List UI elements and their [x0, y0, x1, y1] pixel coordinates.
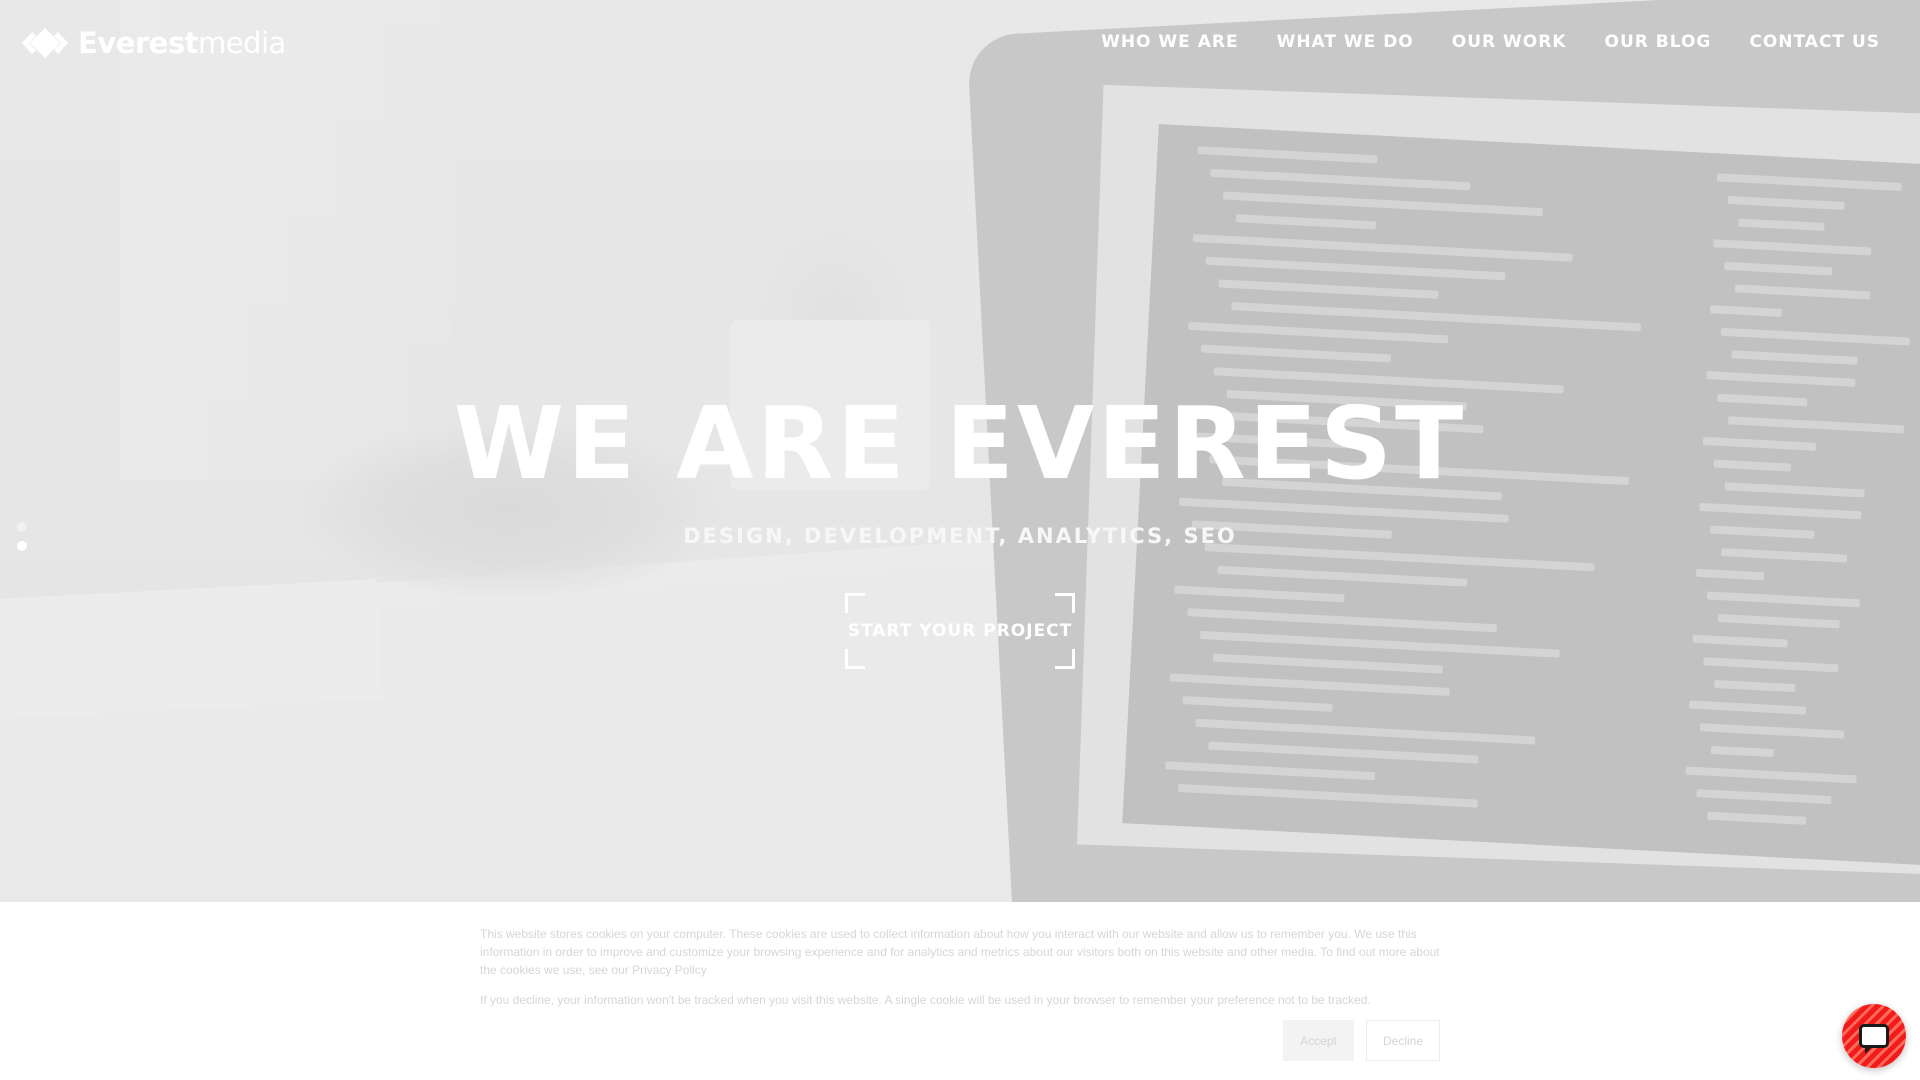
slide-dot-1[interactable]	[17, 522, 27, 532]
cta-corner-bl	[845, 649, 865, 669]
slide-dot-2[interactable]	[17, 541, 27, 551]
cta-corner-tl	[845, 593, 865, 613]
accept-cookies-button[interactable]: Accept	[1283, 1020, 1354, 1061]
decline-cookies-button[interactable]: Decline	[1366, 1020, 1440, 1061]
start-project-button[interactable]: START YOUR PROJECT	[845, 593, 1075, 669]
chat-bubble-icon	[1859, 1024, 1889, 1054]
hero-title: WE ARE EVEREST	[453, 385, 1467, 502]
cookie-paragraph-1: This website stores cookies on your comp…	[480, 925, 1445, 979]
slide-dots	[17, 522, 27, 551]
cta-corner-tr	[1055, 593, 1075, 613]
hero-subtitle: DESIGN, DEVELOPMENT, ANALYTICS, SEO	[683, 524, 1237, 548]
cookie-buttons: Accept Decline	[1283, 1020, 1440, 1061]
chat-launcher-button[interactable]	[1842, 1004, 1906, 1068]
start-project-label: START YOUR PROJECT	[847, 621, 1073, 641]
hero-content: WE ARE EVEREST DESIGN, DEVELOPMENT, ANAL…	[0, 0, 1920, 902]
privacy-policy-link[interactable]: Privacy Policy	[632, 963, 707, 977]
cookie-paragraph-2: If you decline, your information won't b…	[480, 993, 1371, 1007]
cta-corner-br	[1055, 649, 1075, 669]
cookie-paragraph-1-text: This website stores cookies on your comp…	[480, 927, 1440, 977]
cookie-text: This website stores cookies on your comp…	[480, 925, 1445, 1009]
hero-section: Everestmedia WHO WE ARE WHAT WE DO OUR W…	[0, 0, 1920, 902]
cookie-banner: This website stores cookies on your comp…	[0, 902, 1920, 1080]
